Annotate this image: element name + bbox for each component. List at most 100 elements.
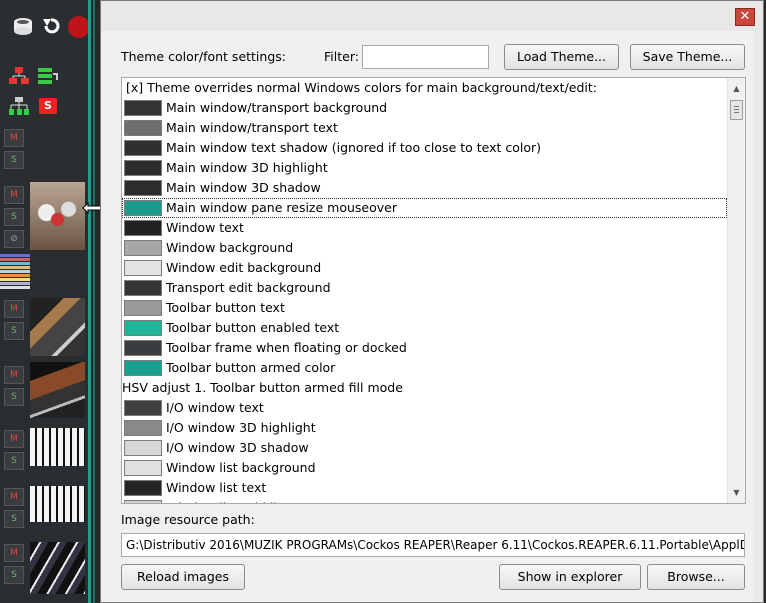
theme-color-item[interactable]: Toolbar button armed color (122, 358, 727, 378)
list-scrollbar[interactable]: ▲ ▼ (727, 78, 745, 503)
color-swatch[interactable] (124, 480, 162, 496)
track-mute-button[interactable]: M (4, 366, 24, 384)
color-swatch[interactable] (124, 240, 162, 256)
close-button[interactable]: ✕ (735, 8, 755, 26)
theme-item-label: Main window/transport background (166, 100, 388, 115)
color-swatch[interactable] (124, 420, 162, 436)
color-swatch[interactable] (124, 100, 162, 116)
load-theme-button[interactable]: Load Theme... (504, 44, 619, 70)
image-path-label: Image resource path: (121, 512, 255, 527)
theme-color-item[interactable]: Window list background (122, 458, 727, 478)
theme-item-label: Toolbar button armed color (166, 360, 336, 375)
track-thumbnail-bass (30, 362, 85, 418)
theme-item-label: Main window 3D highlight (166, 160, 328, 175)
color-swatch[interactable] (124, 400, 162, 416)
color-swatch[interactable] (124, 440, 162, 456)
track-solo-button[interactable]: S (4, 388, 24, 406)
color-swatch[interactable] (124, 220, 162, 236)
theme-color-item[interactable]: Toolbar frame when floating or docked (122, 338, 727, 358)
track-mute-button[interactable]: M (4, 186, 24, 204)
track-mute-button[interactable]: M (4, 430, 24, 448)
color-swatch[interactable] (124, 280, 162, 296)
filter-input[interactable] (362, 45, 489, 69)
color-swatch[interactable] (124, 120, 162, 136)
color-swatch[interactable] (124, 500, 162, 503)
theme-color-item[interactable]: Main window 3D highlight (122, 158, 727, 178)
theme-item-label: Window background (166, 240, 294, 255)
snap-icon[interactable]: S (39, 98, 57, 114)
theme-color-item[interactable]: Main window text shadow (ignored if too … (122, 138, 727, 158)
theme-color-item[interactable]: I/O window text (122, 398, 727, 418)
theme-color-item[interactable]: Transport edit background (122, 278, 727, 298)
color-swatch[interactable] (124, 160, 162, 176)
pane-divider (93, 0, 95, 603)
theme-settings-dialog: ✕ Theme color/font settings: Filter: Loa… (100, 0, 764, 603)
theme-item-label: Main window text shadow (ignored if too … (166, 140, 542, 155)
color-swatch[interactable] (124, 360, 162, 376)
save-icon[interactable] (12, 16, 34, 38)
record-icon[interactable] (68, 16, 90, 38)
theme-item-label: Transport edit background (166, 280, 331, 295)
scroll-down-icon[interactable]: ▼ (728, 484, 745, 501)
theme-color-list[interactable]: [x] Theme overrides normal Windows color… (121, 77, 746, 504)
show-in-explorer-button[interactable]: Show in explorer (499, 564, 641, 590)
track-solo-button[interactable]: S (4, 566, 24, 584)
track-thumbnail-piano (30, 542, 85, 594)
color-swatch[interactable] (124, 260, 162, 276)
theme-override-toggle[interactable]: [x] Theme overrides normal Windows color… (122, 78, 727, 98)
color-swatch[interactable] (124, 460, 162, 476)
track-mute-button[interactable]: M (4, 300, 24, 318)
theme-color-item[interactable]: Main window/transport text (122, 118, 727, 138)
color-swatch[interactable] (124, 320, 162, 336)
pane-resize-handle[interactable] (88, 0, 91, 603)
save-theme-button[interactable]: Save Theme... (630, 44, 745, 70)
theme-color-item[interactable]: Toolbar button enabled text (122, 318, 727, 338)
track-thumbnail-drums (30, 182, 85, 250)
track-mute-button[interactable]: M (4, 488, 24, 506)
color-swatch[interactable] (124, 180, 162, 196)
theme-color-item[interactable]: Window list grid lines (122, 498, 727, 503)
theme-color-item[interactable]: Window list text (122, 478, 727, 498)
scroll-thumb[interactable] (730, 100, 743, 120)
track-solo-button[interactable]: S (4, 208, 24, 226)
track-solo-button[interactable]: S (4, 510, 24, 528)
color-swatch[interactable] (124, 200, 162, 216)
dialog-border (753, 31, 763, 602)
color-swatch[interactable] (124, 300, 162, 316)
track-solo-button[interactable]: S (4, 322, 24, 340)
dialog-titlebar[interactable]: ✕ (101, 1, 763, 31)
theme-item-label: I/O window 3D highlight (166, 420, 316, 435)
mixer-icon[interactable] (37, 66, 59, 88)
color-swatch[interactable] (124, 340, 162, 356)
theme-color-item[interactable]: Main window/transport background (122, 98, 727, 118)
scroll-up-icon[interactable]: ▲ (728, 80, 745, 97)
reload-images-button[interactable]: Reload images (121, 564, 245, 590)
theme-color-item[interactable]: Window background (122, 238, 727, 258)
theme-item-label: I/O window text (166, 400, 264, 415)
theme-color-item[interactable]: Toolbar button text (122, 298, 727, 318)
track-phase-button[interactable]: ⊘ (4, 230, 24, 248)
theme-item-label: Main window/transport text (166, 120, 338, 135)
theme-color-item[interactable]: Main window pane resize mouseover (122, 198, 727, 218)
theme-item-label: Window edit background (166, 260, 322, 275)
theme-item-label: Window list text (166, 480, 267, 495)
theme-color-item[interactable]: Window text (122, 218, 727, 238)
track-mute-button[interactable]: M (4, 544, 24, 562)
theme-item-label: Main window pane resize mouseover (166, 200, 397, 215)
color-swatch[interactable] (124, 140, 162, 156)
browse-button[interactable]: Browse... (647, 564, 745, 590)
theme-color-item[interactable]: I/O window 3D shadow (122, 438, 727, 458)
track-solo-button[interactable]: S (4, 151, 24, 169)
routing-icon[interactable] (8, 66, 30, 88)
undo-icon[interactable] (40, 16, 62, 38)
track-solo-button[interactable]: S (4, 452, 24, 470)
theme-color-item[interactable]: I/O window 3D highlight (122, 418, 727, 438)
track-thumbnail-keys (30, 428, 85, 466)
theme-setting-item[interactable]: HSV adjust 1. Toolbar button armed fill … (122, 378, 727, 398)
theme-color-item[interactable]: Window edit background (122, 258, 727, 278)
theme-color-item[interactable]: Main window 3D shadow (122, 178, 727, 198)
theme-item-label: HSV adjust 1. Toolbar button armed fill … (122, 380, 403, 395)
track-routing-icon[interactable] (8, 96, 30, 118)
track-mute-button[interactable]: M (4, 129, 24, 147)
image-path-input[interactable]: G:\Distributiv 2016\MUZIK PROGRAMs\Cocko… (121, 533, 745, 557)
